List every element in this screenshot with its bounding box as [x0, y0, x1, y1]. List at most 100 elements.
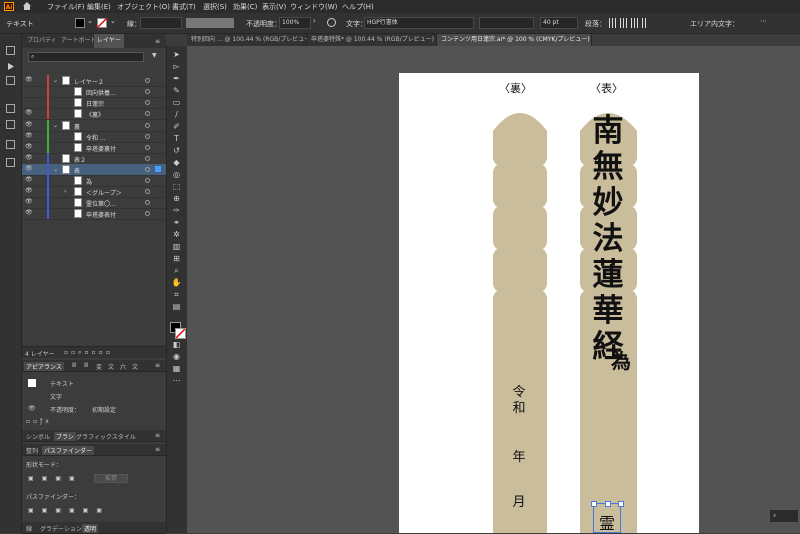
menu-type[interactable]: 書式(T) — [172, 2, 196, 12]
menu-window[interactable]: ウィンドウ(W) — [290, 2, 337, 12]
selection-handle[interactable] — [618, 501, 624, 507]
recolor-icon[interactable] — [327, 18, 336, 27]
target-icon[interactable] — [145, 78, 150, 83]
area-type-label[interactable]: エリア内文字： — [690, 19, 739, 29]
tab-misc-6[interactable]: 文 — [132, 362, 138, 371]
eye-icon[interactable]: 👁 — [25, 188, 33, 194]
more-tools-icon[interactable]: ⋯ — [171, 376, 182, 386]
tab-properties[interactable]: プロパティ — [24, 34, 60, 48]
target-icon[interactable] — [145, 134, 150, 139]
chart-tool-icon[interactable]: ▤ — [171, 302, 182, 312]
artboard-tool-icon[interactable]: ⊞ — [171, 254, 182, 264]
target-icon[interactable] — [145, 111, 150, 116]
zoom-tool-icon[interactable]: ⌕ — [171, 266, 182, 276]
panel-menu-icon[interactable]: ≡ — [155, 446, 160, 453]
selection-handle[interactable] — [605, 501, 611, 507]
home-icon[interactable] — [22, 1, 32, 11]
more-options-icon[interactable]: ⋯ — [760, 17, 767, 25]
stroke-swatch[interactable] — [97, 18, 107, 28]
chevron-down-icon[interactable]: ⌄ — [53, 122, 58, 129]
target-icon[interactable] — [145, 123, 150, 128]
eye-icon[interactable]: 👁 — [25, 155, 33, 161]
free-transform-icon[interactable]: ⬚ — [171, 182, 182, 192]
slice-tool-icon[interactable]: ⌗ — [171, 290, 182, 300]
target-icon[interactable] — [145, 189, 150, 194]
target-icon[interactable] — [145, 167, 150, 172]
menu-file[interactable]: ファイル(F) — [47, 2, 85, 12]
target-icon[interactable] — [145, 100, 150, 105]
menu-help[interactable]: ヘルプ(H) — [342, 2, 374, 12]
menu-edit[interactable]: 編集(E) — [87, 2, 111, 12]
variable-width-profile[interactable] — [186, 18, 234, 28]
doc-tab-1[interactable]: 特別回向 ... @ 100.44 % (RGB/プレビュー) — [187, 34, 313, 46]
align-icon[interactable] — [608, 18, 648, 28]
graph-tool-icon[interactable]: ▥ — [171, 242, 182, 252]
menu-effect[interactable]: 効果(C) — [233, 2, 257, 12]
canvas-area[interactable]: 〈裏〉 〈表〉 令 和 年 月 南 無 妙 法 蓮 華 経 為 霊 ⌕ — [187, 46, 800, 533]
font-family-field[interactable]: HGP行書体 — [364, 17, 474, 29]
selection-indicator[interactable] — [155, 166, 161, 172]
doc-info-icon[interactable] — [6, 120, 15, 129]
visibility-icon[interactable]: 👁 — [28, 405, 36, 412]
front-main-inscription[interactable]: 南 無 妙 法 蓮 華 経 — [586, 113, 630, 365]
links-icon[interactable] — [6, 158, 15, 167]
appearance-footer-icons[interactable]: ▫▫ƒx — [26, 418, 52, 425]
library-icon[interactable] — [6, 104, 15, 113]
screen-mode-icon[interactable]: ▦ — [171, 364, 182, 374]
opacity-field[interactable]: 100% — [279, 17, 311, 29]
target-icon[interactable] — [145, 89, 150, 94]
hand-tool-icon[interactable]: ✋ — [171, 278, 182, 288]
font-size-field[interactable]: 40 pt — [540, 17, 578, 29]
panel-menu-icon[interactable]: ≡ — [155, 432, 160, 439]
tab-gradient[interactable]: グラデーション — [40, 524, 82, 533]
properties-icon[interactable] — [6, 46, 15, 55]
paragraph-label[interactable]: 段落： — [585, 19, 606, 29]
target-icon[interactable] — [145, 200, 150, 205]
eye-icon[interactable]: 👁 — [25, 144, 33, 150]
pathfinder-buttons[interactable]: ▣▣▣▣▣▣ — [28, 507, 110, 514]
tab-misc-1[interactable]: Ⅲ — [72, 362, 76, 369]
appearance-opacity-label[interactable]: 不透明度： — [50, 405, 80, 414]
tab-symbols[interactable]: シンボル — [26, 432, 50, 441]
selection-tool-icon[interactable]: ➤ — [171, 50, 182, 60]
chevron-right-icon[interactable]: › — [313, 17, 316, 25]
layer-action-icons[interactable]: ▫▫⌕▫▫▫▫ — [64, 349, 113, 357]
fill-swatch[interactable] — [75, 18, 85, 28]
type-tool-icon[interactable]: T — [171, 134, 182, 144]
tab-misc-5[interactable]: 六 — [120, 362, 126, 371]
export-icon[interactable] — [6, 140, 15, 149]
layer-search-input[interactable]: ⌕ — [28, 52, 144, 62]
stroke-color-icon[interactable] — [175, 328, 186, 339]
target-icon[interactable] — [145, 145, 150, 150]
appearance-character[interactable]: 文字 — [50, 392, 62, 401]
eye-icon[interactable]: 👁 — [25, 166, 33, 172]
eye-icon[interactable]: 👁 — [25, 177, 33, 183]
mini-search-box[interactable]: ⌕ — [769, 509, 799, 523]
tab-graphic-styles[interactable]: グラフィックスタイル — [76, 432, 136, 441]
filter-icon[interactable]: ▼ — [152, 52, 157, 59]
tab-brushes[interactable]: ブラシ — [54, 432, 76, 441]
curvature-icon[interactable]: ✎ — [171, 86, 182, 96]
eyedropper-icon[interactable]: ✑ — [171, 206, 182, 216]
doc-tab-2[interactable]: 卒塔婆特殊* @ 100.44 % (RGB/プレビュー) — [307, 34, 437, 46]
shaper-tool-icon[interactable]: ✐ — [171, 122, 182, 132]
font-style-field[interactable] — [479, 17, 534, 29]
panel-menu-icon[interactable]: ≡ — [155, 362, 160, 369]
layers-icon[interactable] — [6, 76, 15, 85]
eye-icon[interactable]: 👁 — [25, 77, 33, 83]
menu-view[interactable]: 表示(V) — [262, 2, 286, 12]
artboard[interactable]: 〈裏〉 〈表〉 令 和 年 月 南 無 妙 法 蓮 華 経 為 霊 — [399, 73, 699, 533]
tab-misc-4[interactable]: 文 — [108, 362, 114, 371]
rotate-tool-icon[interactable]: ↺ — [171, 146, 182, 156]
selection-handle[interactable] — [591, 501, 597, 507]
doc-tab-3[interactable]: コンテンツ用日蓮宗.ai* @ 100 % (CMYK/プレビュー) — [437, 34, 592, 46]
eye-icon[interactable]: 👁 — [25, 110, 33, 116]
back-stake[interactable] — [493, 109, 547, 533]
chevron-down-icon[interactable]: ⌄ — [110, 17, 116, 25]
tab-layers[interactable]: レイヤー — [94, 34, 124, 48]
tab-stroke[interactable]: 線 — [26, 524, 32, 533]
menu-object[interactable]: オブジェクト(O) — [117, 2, 170, 12]
menu-select[interactable]: 選択(S) — [203, 2, 227, 12]
target-icon[interactable] — [145, 156, 150, 161]
eye-icon[interactable]: 👁 — [25, 122, 33, 128]
